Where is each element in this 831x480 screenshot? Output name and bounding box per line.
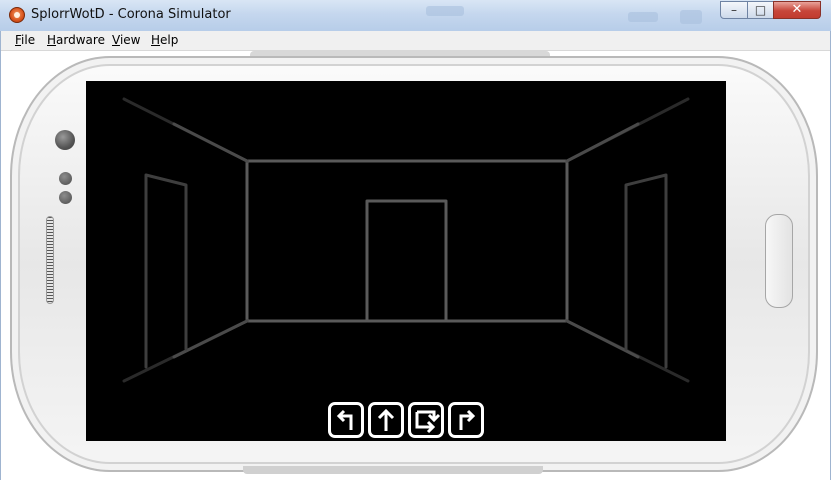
device-screen[interactable] — [86, 81, 726, 441]
turn-left-arrow-icon — [336, 409, 353, 430]
front-camera-icon — [55, 130, 75, 150]
left-door — [144, 173, 188, 369]
back-door — [365, 199, 448, 323]
home-button[interactable] — [765, 214, 793, 308]
title-bar-reflection — [426, 6, 464, 16]
menu-help-accesskey: H — [151, 33, 161, 47]
turn-left-button[interactable] — [328, 402, 364, 438]
right-door — [624, 173, 668, 369]
window-title-bar[interactable]: SplorrWotD - Corona Simulator – □ ✕ — [0, 0, 831, 32]
menu-view-rest: iew — [119, 33, 141, 47]
turn-right-arrow-icon — [459, 409, 476, 430]
corona-simulator-icon[interactable] — [9, 7, 25, 23]
device-bottom-edge — [243, 466, 543, 474]
menu-hardware-accesskey: H — [47, 33, 57, 47]
menu-help-rest: elp — [160, 33, 179, 47]
title-bar-reflection — [680, 10, 702, 24]
light-sensor-icon — [59, 191, 72, 204]
turn-around-button[interactable] — [408, 402, 444, 438]
close-icon: ✕ — [791, 2, 803, 17]
menu-file[interactable]: File — [15, 33, 35, 47]
menu-hardware-rest: ardware — [56, 33, 105, 47]
menu-view[interactable]: View — [112, 33, 140, 47]
minimize-icon: – — [731, 3, 737, 17]
window-title: SplorrWotD - Corona Simulator — [31, 7, 231, 22]
move-forward-button[interactable] — [368, 402, 404, 438]
title-bar-reflection — [628, 12, 658, 22]
maximize-button[interactable]: □ — [747, 1, 774, 19]
earpiece-speaker — [46, 216, 54, 304]
back-wall — [245, 159, 569, 323]
close-button[interactable]: ✕ — [773, 1, 821, 19]
maximize-icon: □ — [754, 3, 767, 17]
up-arrow-icon — [377, 408, 395, 431]
window-border — [0, 31, 1, 480]
ceiling-edge-left-near — [172, 122, 249, 163]
proximity-sensor-icon — [59, 172, 72, 185]
menu-hardware[interactable]: Hardware — [47, 33, 105, 47]
menu-bar: File Hardware View Help — [1, 31, 830, 51]
u-turn-arrow-icon — [415, 410, 441, 434]
minimize-button[interactable]: – — [720, 1, 748, 19]
dungeon-view — [122, 97, 690, 383]
menu-view-accesskey: V — [112, 33, 120, 47]
menu-help[interactable]: Help — [151, 33, 178, 47]
ceiling-edge-right-near — [565, 122, 640, 163]
turn-right-button[interactable] — [448, 402, 484, 438]
menu-file-rest: ile — [21, 33, 36, 47]
